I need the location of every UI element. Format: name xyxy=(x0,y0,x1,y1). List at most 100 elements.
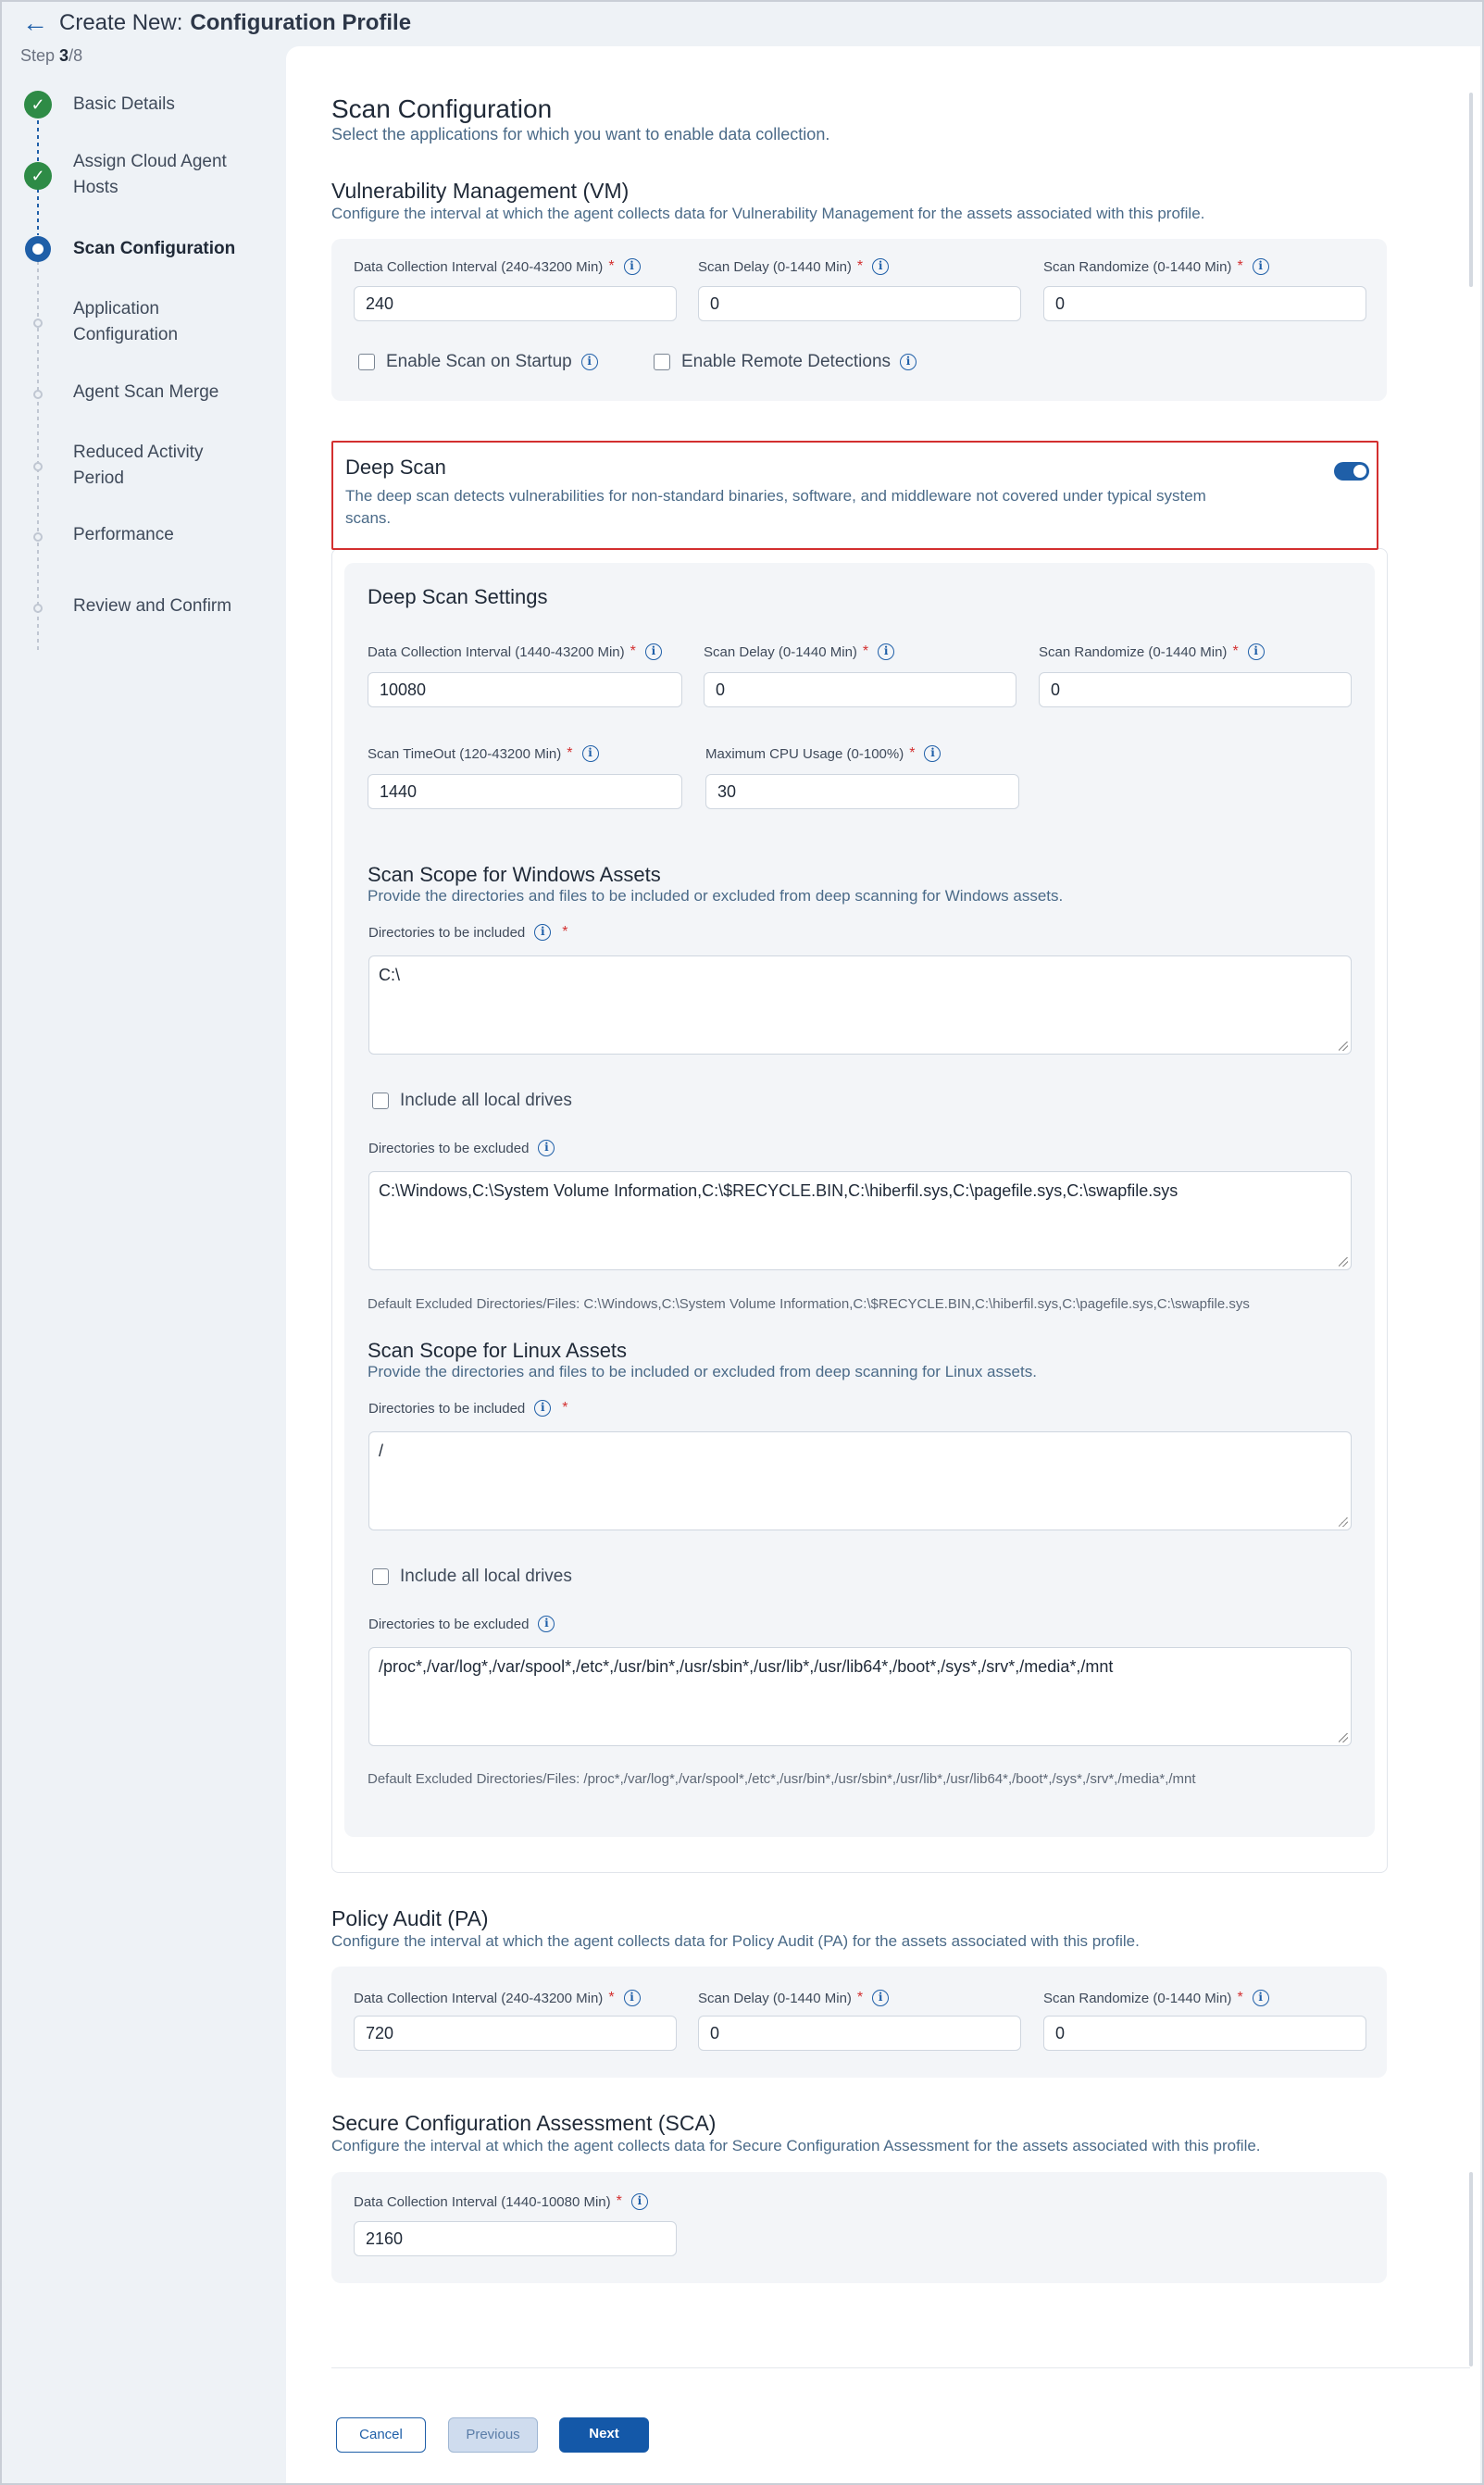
checkbox-box[interactable] xyxy=(358,354,375,370)
linux-included-textarea[interactable]: / xyxy=(368,1431,1352,1530)
info-icon[interactable]: i xyxy=(581,745,599,762)
enable-scan-startup-checkbox[interactable]: Enable Scan on Startup i xyxy=(358,352,598,372)
resize-grip-icon[interactable] xyxy=(1339,1042,1348,1051)
textarea-value: / xyxy=(379,1442,384,1460)
page-header: ← Create New: Configuration Profile xyxy=(2,2,1482,44)
textarea-value: C:\Windows,C:\System Volume Information,… xyxy=(379,1181,1178,1200)
ds-randomize-input[interactable] xyxy=(1039,672,1352,707)
textarea-value: C:\ xyxy=(379,966,401,984)
label-text: Scan Randomize (0-1440 Min) xyxy=(1043,1990,1232,2006)
label-text: Scan Delay (0-1440 Min) xyxy=(698,1990,852,2006)
pa-delay-input[interactable] xyxy=(698,2016,1021,2051)
deep-scan-toggle[interactable] xyxy=(1334,462,1369,481)
checkbox-label: Enable Remote Detections xyxy=(681,352,892,371)
info-icon[interactable]: i xyxy=(538,1140,555,1156)
required-marker: * xyxy=(567,745,573,761)
required-marker: * xyxy=(616,2193,622,2209)
vm-interval-input[interactable] xyxy=(354,286,677,321)
section-subtitle: Select the applications for which you wa… xyxy=(331,125,830,144)
step-label: Performance xyxy=(73,525,174,544)
check-icon: ✓ xyxy=(24,162,52,190)
label-text: Scan Delay (0-1440 Min) xyxy=(698,258,852,275)
ds-cpu-input[interactable] xyxy=(705,774,1019,809)
info-icon[interactable]: i xyxy=(534,924,552,941)
pa-randomize-input[interactable] xyxy=(1043,2016,1366,2051)
checkbox-box[interactable] xyxy=(372,1568,389,1585)
label-text: Directories to be included xyxy=(368,1400,526,1417)
step-label: Basic Details xyxy=(73,94,175,114)
vm-subtitle: Configure the interval at which the agen… xyxy=(331,205,1205,222)
windows-scope-title: Scan Scope for Windows Assets xyxy=(368,863,661,886)
info-icon[interactable]: i xyxy=(534,1400,552,1417)
cancel-button[interactable]: Cancel xyxy=(336,2417,426,2453)
checkbox-label: Include all local drives xyxy=(400,1567,572,1586)
windows-local-drives-checkbox[interactable]: Include all local drives xyxy=(372,1091,572,1111)
info-icon[interactable]: i xyxy=(900,354,917,370)
previous-button[interactable]: Previous xyxy=(448,2417,538,2453)
check-icon: ✓ xyxy=(24,91,52,119)
stepper-connector xyxy=(37,189,39,235)
ds-timeout-label: Scan TimeOut (120-43200 Min) * i xyxy=(368,745,599,762)
windows-included-textarea[interactable]: C:\ xyxy=(368,955,1352,1055)
ds-timeout-input[interactable] xyxy=(368,774,682,809)
next-button[interactable]: Next xyxy=(559,2417,649,2453)
pending-step-icon xyxy=(33,318,43,328)
vm-randomize-input[interactable] xyxy=(1043,286,1366,321)
scrollbar[interactable] xyxy=(1469,93,1473,287)
info-icon[interactable]: i xyxy=(878,643,895,660)
step-label: Step xyxy=(20,46,56,65)
info-icon[interactable]: i xyxy=(872,1990,890,2006)
scrollbar-lower[interactable] xyxy=(1469,2172,1473,2366)
deep-scan-settings-title: Deep Scan Settings xyxy=(368,585,548,608)
label-text: Data Collection Interval (240-43200 Min) xyxy=(354,1990,604,2006)
ds-delay-label: Scan Delay (0-1440 Min) * i xyxy=(704,643,895,660)
windows-excluded-textarea[interactable]: C:\Windows,C:\System Volume Information,… xyxy=(368,1171,1352,1270)
checkbox-box[interactable] xyxy=(654,354,670,370)
pa-interval-label: Data Collection Interval (240-43200 Min)… xyxy=(354,1990,641,2006)
info-icon[interactable]: i xyxy=(1247,643,1265,660)
linux-excluded-label: Directories to be excluded i xyxy=(368,1616,555,1632)
linux-scope-subtitle: Provide the directories and files to be … xyxy=(368,1363,1037,1380)
ds-delay-input[interactable] xyxy=(704,672,1016,707)
step-label: Agent Scan Merge xyxy=(73,382,219,402)
back-arrow-icon[interactable]: ← xyxy=(22,10,48,36)
label-text: Directories to be excluded xyxy=(368,1616,530,1632)
label-text: Scan Randomize (0-1440 Min) xyxy=(1039,643,1228,660)
title-main: Configuration Profile xyxy=(190,10,412,35)
required-marker: * xyxy=(562,924,568,940)
step-label: Scan Configuration xyxy=(73,239,236,258)
info-icon[interactable]: i xyxy=(1252,258,1269,275)
info-icon[interactable]: i xyxy=(630,2193,648,2210)
required-marker: * xyxy=(862,643,869,659)
info-icon[interactable]: i xyxy=(872,258,890,275)
vm-randomize-label: Scan Randomize (0-1440 Min) * i xyxy=(1043,258,1269,275)
step-counter: Step 3/8 xyxy=(20,46,82,66)
resize-grip-icon[interactable] xyxy=(1339,1517,1348,1527)
info-icon[interactable]: i xyxy=(924,745,942,762)
required-marker: * xyxy=(909,745,916,761)
info-icon[interactable]: i xyxy=(623,1990,641,2006)
checkbox-box[interactable] xyxy=(372,1093,389,1109)
pa-interval-input[interactable] xyxy=(354,2016,677,2051)
linux-local-drives-checkbox[interactable]: Include all local drives xyxy=(372,1567,572,1587)
resize-grip-icon[interactable] xyxy=(1339,1257,1348,1267)
info-icon[interactable]: i xyxy=(623,258,641,275)
required-marker: * xyxy=(608,1990,615,2005)
linux-excluded-textarea[interactable]: /proc*,/var/log*,/var/spool*,/etc*,/usr/… xyxy=(368,1647,1352,1746)
checkbox-label: Include all local drives xyxy=(400,1091,572,1110)
info-icon[interactable]: i xyxy=(644,643,662,660)
info-icon[interactable]: i xyxy=(580,354,598,370)
resize-grip-icon[interactable] xyxy=(1339,1733,1348,1742)
windows-default-excluded-note: Default Excluded Directories/Files: C:\W… xyxy=(368,1296,1250,1312)
info-icon[interactable]: i xyxy=(538,1616,555,1632)
footer-divider xyxy=(331,2367,1470,2368)
stepper-connector xyxy=(37,120,39,167)
vm-delay-input[interactable] xyxy=(698,286,1021,321)
info-icon[interactable]: i xyxy=(1252,1990,1269,2006)
sca-interval-input[interactable] xyxy=(354,2221,677,2256)
label-text: Scan Delay (0-1440 Min) xyxy=(704,643,857,660)
ds-interval-input[interactable] xyxy=(368,672,682,707)
required-marker: * xyxy=(856,1990,864,2005)
label-text: Data Collection Interval (1440-10080 Min… xyxy=(354,2193,611,2210)
enable-remote-detections-checkbox[interactable]: Enable Remote Detections i xyxy=(654,352,917,372)
